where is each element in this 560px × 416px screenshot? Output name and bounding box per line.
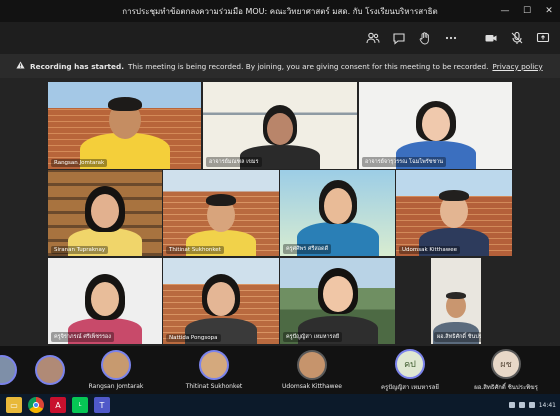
privacy-policy-link[interactable]: Privacy policy: [492, 62, 542, 71]
participant-video: [68, 180, 142, 256]
video-tile[interactable]: Rangsan Jomtarak: [48, 82, 201, 169]
participant-video: [185, 270, 257, 344]
strip-participant-name: Udomsak Kitthawee: [282, 383, 342, 390]
strip-participant[interactable]: คป ครูปัญญิสา เหมหารลยี: [362, 346, 458, 394]
video-tile[interactable]: ผอ.สิทธิศักดิ์ ชินประพิฆรุ: [431, 258, 481, 344]
raise-hand-icon[interactable]: [414, 27, 436, 49]
video-tile[interactable]: อาจารย์มณฑล เขมร: [203, 82, 357, 169]
participant-avatar-overflow[interactable]: [0, 346, 17, 394]
avatar: [297, 350, 327, 380]
participant-name-label: Nattida Pongsopa: [166, 334, 221, 342]
camera-icon[interactable]: [480, 27, 502, 49]
avatar: [199, 350, 229, 380]
acrobat-icon[interactable]: A: [50, 397, 66, 413]
minimize-icon[interactable]: —: [494, 0, 516, 22]
participant-name-label: ผอ.สิทธิศักดิ์ ชินประพิฆรุ: [434, 332, 481, 342]
maximize-icon[interactable]: ☐: [516, 0, 538, 22]
file-explorer-icon[interactable]: ▭: [6, 397, 22, 413]
window-controls: — ☐ ✕: [494, 0, 560, 22]
video-tile[interactable]: Udomsak Kitthawee: [396, 170, 512, 256]
participant-name-label: Thitinat Sukhonket: [166, 246, 224, 254]
participant-name-label: Rangsan Jomtarak: [51, 159, 108, 167]
clock[interactable]: 14:41: [539, 402, 556, 409]
video-tile[interactable]: ครูปัญญิสา เหมหารลยี: [280, 258, 395, 344]
avatar: [35, 355, 65, 385]
chrome-icon[interactable]: [28, 397, 44, 413]
taskbar: ▭ A L T 14:41: [0, 394, 560, 416]
teams-meeting-window: การประชุมทำข้อตกลงความร่วมมือ MOU: คณะวิ…: [0, 0, 560, 416]
warning-icon: [16, 61, 25, 71]
participant-name-label: อาจารย์จารุวรรณ โฉมไพรัชชาน: [362, 157, 446, 167]
chat-icon[interactable]: [388, 27, 410, 49]
mic-icon[interactable]: [506, 27, 528, 49]
strip-participant-name: Rangsan Jomtarak: [88, 383, 144, 390]
people-icon[interactable]: [362, 27, 384, 49]
avatar: ผช: [491, 348, 521, 379]
recording-banner: Recording has started. This meeting is b…: [0, 54, 560, 78]
participant-name-label: ครูปัญญิสา เหมหารลยี: [283, 332, 343, 342]
more-icon[interactable]: [440, 27, 462, 49]
video-tile[interactable]: ครูศศิพร ศรีสอดดี: [280, 170, 395, 256]
avatar: คป: [395, 348, 425, 379]
video-tile[interactable]: ครูจิราภรณ์ ศรีเพ็ชรรอง: [48, 258, 162, 344]
participant-video: [79, 89, 170, 169]
strip-participant[interactable]: Udomsak Kitthawee: [268, 346, 356, 394]
participant-name-label: Udomsak Kitthawee: [399, 246, 460, 254]
recording-banner-message: This meeting is being recorded. By joini…: [127, 61, 489, 71]
battery-icon[interactable]: [528, 402, 535, 408]
video-tile[interactable]: Thitinat Sukhonket: [163, 170, 279, 256]
title-bar: การประชุมทำข้อตกลงความร่วมมือ MOU: คณะวิ…: [0, 0, 560, 22]
network-icon[interactable]: [508, 402, 515, 408]
participant-avatar-overflow[interactable]: [34, 346, 66, 394]
participant-name-label: ครูศศิพร ศรีสอดดี: [283, 244, 332, 254]
video-tile[interactable]: Nattida Pongsopa: [163, 258, 279, 344]
avatar: [101, 350, 131, 380]
participant-name-label: ครูจิราภรณ์ ศรีเพ็ชรรอง: [51, 332, 114, 342]
volume-icon[interactable]: [518, 402, 525, 408]
recording-banner-title: Recording has started.: [30, 61, 124, 71]
participant-strip: Rangsan Jomtarak Thitinat Sukhonket Udom…: [0, 346, 560, 394]
strip-participant-name: ผอ.สิทธิศักดิ์ ชินประพิฆรุ: [474, 383, 538, 391]
video-tile[interactable]: อาจารย์จารุวรรณ โฉมไพรัชชาน: [359, 82, 512, 169]
video-tile[interactable]: Siranan Tupraknay: [48, 170, 162, 256]
meeting-toolbar: [0, 22, 560, 54]
strip-participant-name: ครูปัญญิสา เหมหารลยี: [381, 383, 439, 391]
strip-participant[interactable]: Rangsan Jomtarak: [72, 346, 160, 394]
strip-participant[interactable]: Thitinat Sukhonket: [170, 346, 258, 394]
system-tray: 14:41: [508, 394, 556, 416]
line-icon[interactable]: L: [72, 397, 88, 413]
strip-participant[interactable]: ผช ผอ.สิทธิศักดิ์ ชินประพิฆรุ: [460, 346, 552, 394]
participant-name-label: อาจารย์มณฑล เขมร: [206, 157, 262, 167]
video-grid: Rangsan Jomtarak อาจารย์มณฑล เขมร อาจารย…: [0, 78, 560, 346]
close-icon[interactable]: ✕: [538, 0, 560, 22]
share-icon[interactable]: [532, 27, 554, 49]
avatar: [0, 355, 17, 385]
participant-name-label: Siranan Tupraknay: [51, 246, 109, 254]
teams-icon[interactable]: T: [94, 397, 110, 413]
window-title: การประชุมทำข้อตกลงความร่วมมือ MOU: คณะวิ…: [122, 6, 438, 16]
strip-participant-name: Thitinat Sukhonket: [185, 383, 243, 390]
